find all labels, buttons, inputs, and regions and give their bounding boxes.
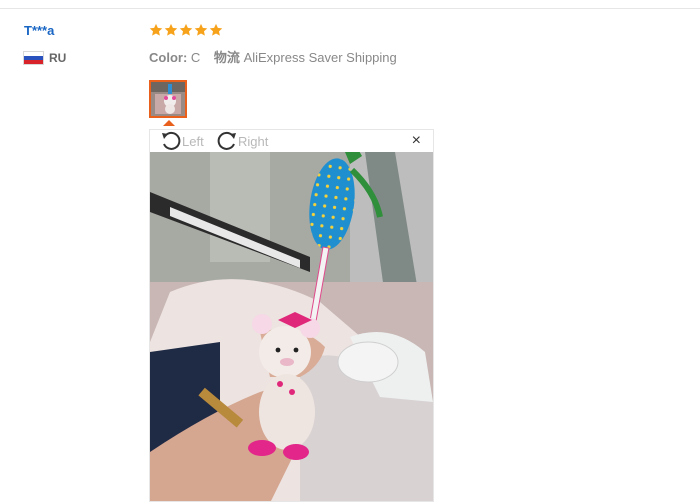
star-icon — [164, 23, 178, 36]
rotate-left-button[interactable]: Left — [160, 131, 204, 151]
star-icon — [194, 23, 208, 36]
rotate-left-label: Left — [182, 133, 204, 149]
rotate-right-button[interactable]: Right — [216, 131, 268, 151]
rotate-right-icon — [217, 131, 236, 150]
russia-flag-icon — [24, 52, 43, 64]
star-icon — [209, 23, 223, 36]
review-photo-thumbnail[interactable] — [149, 80, 187, 118]
rotate-right-label: Right — [238, 133, 269, 149]
thumbnail-pointer — [163, 120, 175, 126]
close-viewer-button[interactable]: × — [412, 133, 421, 149]
viewer-toolbar: Left Right × — [150, 130, 433, 152]
thumbnail-image — [151, 82, 185, 116]
shipping-label: 物流 — [213, 50, 240, 65]
review-photo — [150, 152, 433, 501]
review-details: Color: C 物流 AliExpress Saver Shipping — [149, 47, 397, 66]
reviewer-name[interactable]: T***a — [24, 23, 54, 38]
shipping-value: AliExpress Saver Shipping — [243, 50, 397, 65]
reviewer-country: RU — [24, 51, 66, 65]
star-icon — [149, 23, 163, 36]
photo-viewer: Left Right × — [149, 129, 434, 502]
review-photo-image — [150, 152, 433, 501]
divider — [0, 8, 700, 9]
color-label: Color: — [149, 50, 188, 65]
country-code: RU — [49, 51, 67, 65]
star-icon — [179, 23, 193, 36]
rotate-left-icon — [162, 131, 181, 150]
color-value: C — [190, 50, 201, 65]
star-rating — [149, 23, 223, 37]
